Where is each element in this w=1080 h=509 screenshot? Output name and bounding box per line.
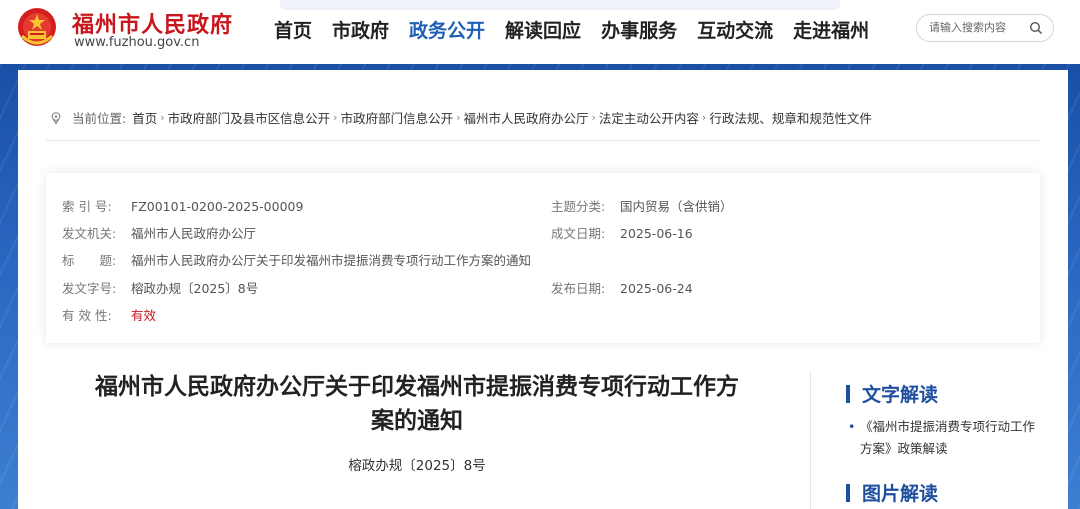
breadcrumb-label: 当前位置:: [72, 111, 127, 126]
info-topic-row: 主题分类: 国内贸易（含供销）: [551, 196, 733, 215]
info-topic-value: 国内贸易（含供销）: [620, 199, 733, 214]
info-valid-label: 有 效 性:: [62, 308, 112, 323]
search-icon[interactable]: [1029, 21, 1043, 35]
info-pub-row: 发布日期: 2025-06-24: [551, 278, 693, 297]
info-docno-row: 发文字号: 榕政办规〔2025〕8号: [62, 278, 258, 297]
search-box: [916, 14, 1054, 42]
nav-interpretation[interactable]: 解读回应: [505, 16, 581, 43]
info-title-label: 标 题:: [62, 253, 117, 268]
nav-services[interactable]: 办事服务: [601, 16, 677, 43]
info-title-value: 福州市人民政府办公厅关于印发福州市提振消费专项行动工作方案的通知: [131, 253, 532, 268]
breadcrumb: 当前位置: 首页 › 市政府部门及县市区信息公开 › 市政府部门信息公开 › 福…: [50, 108, 872, 127]
info-issuer-value: 福州市人民政府办公厅: [131, 226, 257, 241]
location-pin-icon: [51, 111, 61, 125]
main-nav: 首页 市政府 政务公开 解读回应 办事服务 互动交流 走进福州: [274, 16, 889, 43]
heading-bar-icon: [846, 385, 850, 403]
sidebar-image-interpretation-heading: 图片解读: [846, 479, 938, 506]
bullet-icon: •: [848, 419, 856, 434]
article-doc-number: 榕政办规〔2025〕8号: [348, 458, 486, 474]
breadcrumb-divider: [46, 140, 1040, 141]
nav-about-fuzhou[interactable]: 走进福州: [793, 16, 869, 43]
article-title-line: 案的通知: [371, 408, 463, 434]
breadcrumb-separator-icon: ›: [333, 111, 338, 124]
breadcrumb-separator-icon: ›: [456, 111, 461, 124]
document-info-box: 索 引 号: FZ00101-0200-2025-00009 主题分类: 国内贸易（…: [46, 173, 1040, 343]
info-pub-value: 2025-06-24: [620, 281, 693, 296]
info-index-row: 索 引 号: FZ00101-0200-2025-00009: [62, 196, 303, 215]
info-title-row: 标 题: 福州市人民政府办公厅关于印发福州市提振消费专项行动工作方案的通知: [62, 250, 531, 269]
info-pub-label: 发布日期:: [551, 281, 606, 296]
header-watermark: [280, 0, 840, 10]
sidebar-divider: [810, 372, 811, 509]
sidebar-heading-text: 文字解读: [862, 384, 939, 406]
sidebar-heading-text: 图片解读: [862, 483, 939, 505]
heading-bar-icon: [846, 484, 850, 502]
nav-government-affairs[interactable]: 政务公开: [409, 16, 485, 43]
site-url: www.fuzhou.gov.cn: [74, 35, 200, 50]
nav-interaction[interactable]: 互动交流: [697, 16, 773, 43]
sidebar-interpretation-link[interactable]: • 《福州市提振消费专项行动工作 方案》政策解读: [846, 416, 1046, 460]
breadcrumb-statutory-content[interactable]: 法定主动公开内容: [599, 108, 699, 127]
national-emblem-icon[interactable]: [16, 6, 58, 50]
info-date-value: 2025-06-16: [620, 226, 693, 241]
breadcrumb-home[interactable]: 首页: [132, 108, 157, 127]
breadcrumb-separator-icon: ›: [591, 111, 596, 124]
article-title: 福州市人民政府办公厅关于印发福州市提振消费专项行动工作方 案的通知: [46, 370, 788, 438]
site-header: 福州市人民政府 www.fuzhou.gov.cn 首页 市政府 政务公开 解读…: [0, 0, 1080, 64]
breadcrumb-separator-icon: ›: [160, 111, 165, 124]
info-date-row: 成文日期: 2025-06-16: [551, 223, 693, 242]
breadcrumb-regulations[interactable]: 行政法规、规章和规范性文件: [709, 108, 872, 127]
info-docno-value: 榕政办规〔2025〕8号: [131, 281, 259, 296]
sidebar-link-line[interactable]: 方案》政策解读: [846, 438, 1046, 460]
info-docno-label: 发文字号:: [62, 281, 117, 296]
info-valid-value: 有效: [131, 308, 157, 323]
search-input[interactable]: [929, 19, 1029, 37]
breadcrumb-separator-icon: ›: [701, 111, 707, 124]
breadcrumb-general-office[interactable]: 福州市人民政府办公厅: [463, 108, 588, 127]
info-topic-label: 主题分类:: [551, 199, 606, 214]
article-title-line: 福州市人民政府办公厅关于印发福州市提振消费专项行动工作方: [95, 374, 739, 400]
info-date-label: 成文日期:: [551, 226, 606, 241]
breadcrumb-info-disclosure[interactable]: 市政府部门及县市区信息公开: [168, 108, 331, 127]
nav-city-government[interactable]: 市政府: [332, 16, 389, 43]
info-valid-row: 有 效 性: 有效: [62, 305, 156, 324]
nav-home[interactable]: 首页: [274, 16, 312, 43]
info-index-label: 索 引 号:: [62, 199, 112, 214]
breadcrumb-dept-disclosure[interactable]: 市政府部门信息公开: [341, 108, 454, 127]
sidebar-link-line[interactable]: 《福州市提振消费专项行动工作: [846, 416, 1046, 438]
info-issuer-row: 发文机关: 福州市人民政府办公厅: [62, 223, 256, 242]
info-issuer-label: 发文机关:: [62, 226, 117, 241]
info-index-value: FZ00101-0200-2025-00009: [131, 199, 304, 214]
sidebar-text-interpretation-heading: 文字解读: [846, 380, 938, 407]
